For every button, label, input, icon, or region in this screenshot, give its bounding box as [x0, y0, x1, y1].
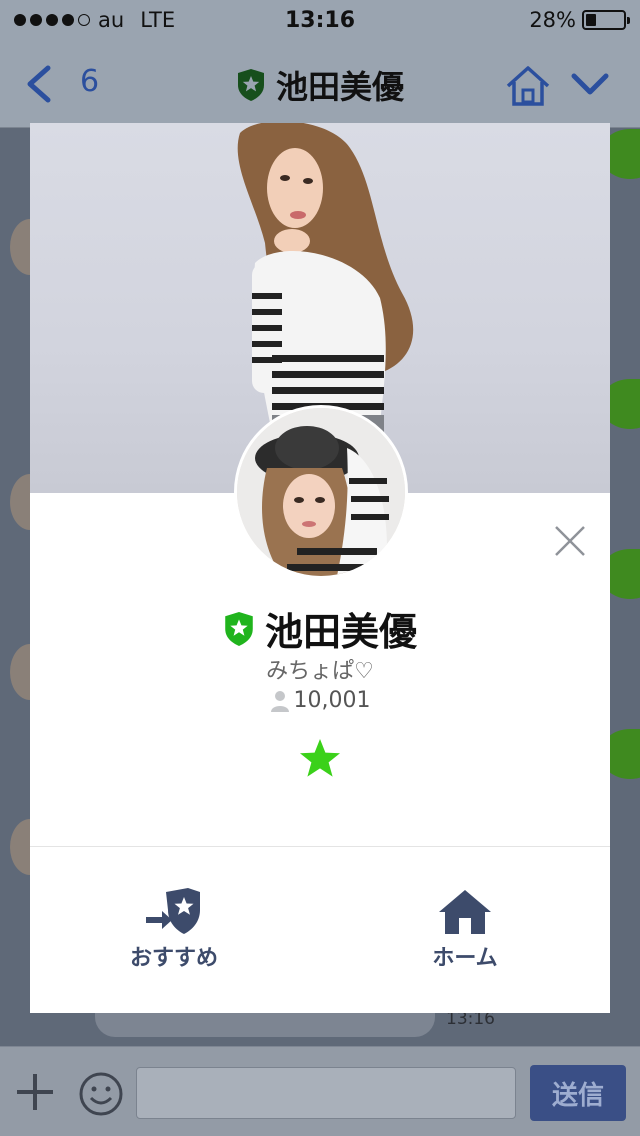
- profile-photo[interactable]: [234, 405, 408, 579]
- official-badge-icon: [225, 611, 253, 646]
- official-badge-icon: [237, 69, 264, 101]
- profile-name: 池田美優: [264, 610, 417, 654]
- profile-image: [237, 408, 405, 576]
- carrier-name: au: [98, 8, 125, 32]
- plus-icon[interactable]: [14, 1071, 56, 1113]
- status-bar: au LTE 13:16 28%: [0, 0, 640, 40]
- network-type: LTE: [140, 8, 176, 32]
- message-input[interactable]: [136, 1067, 516, 1119]
- battery-icon: [582, 10, 630, 30]
- friend-count-value: 10,001: [293, 688, 371, 713]
- favorite-star-icon[interactable]: [298, 737, 342, 781]
- chat-title-text: 池田美優: [275, 68, 404, 106]
- profile-card: 池田美優 みちょぱ♡ 10,001 おすすめ ホーム: [30, 123, 610, 1013]
- signal-strength-icon: [14, 14, 90, 26]
- nav-bar: 6 池田美優: [0, 40, 640, 128]
- send-button[interactable]: 送信: [530, 1065, 626, 1121]
- recommend-label: おすすめ: [129, 946, 218, 971]
- recommend-button[interactable]: おすすめ: [94, 888, 254, 972]
- status-message: みちょぱ♡: [266, 659, 374, 684]
- home-button[interactable]: ホーム: [385, 888, 545, 972]
- recommend-icon: [146, 888, 200, 934]
- person-icon: [270, 690, 289, 712]
- chevron-down-icon[interactable]: [570, 70, 610, 100]
- close-icon[interactable]: [552, 523, 588, 559]
- battery-percent: 28%: [529, 8, 576, 32]
- message-input-bar: 送信: [0, 1046, 640, 1136]
- home-icon[interactable]: [504, 64, 552, 108]
- home-icon: [439, 890, 491, 934]
- friend-count: 10,001: [30, 688, 610, 713]
- home-label: ホーム: [432, 946, 498, 971]
- divider: [30, 846, 610, 847]
- emoji-icon[interactable]: [78, 1071, 124, 1117]
- message-bubble: [95, 1009, 435, 1037]
- profile-name-row: 池田美優: [30, 601, 610, 656]
